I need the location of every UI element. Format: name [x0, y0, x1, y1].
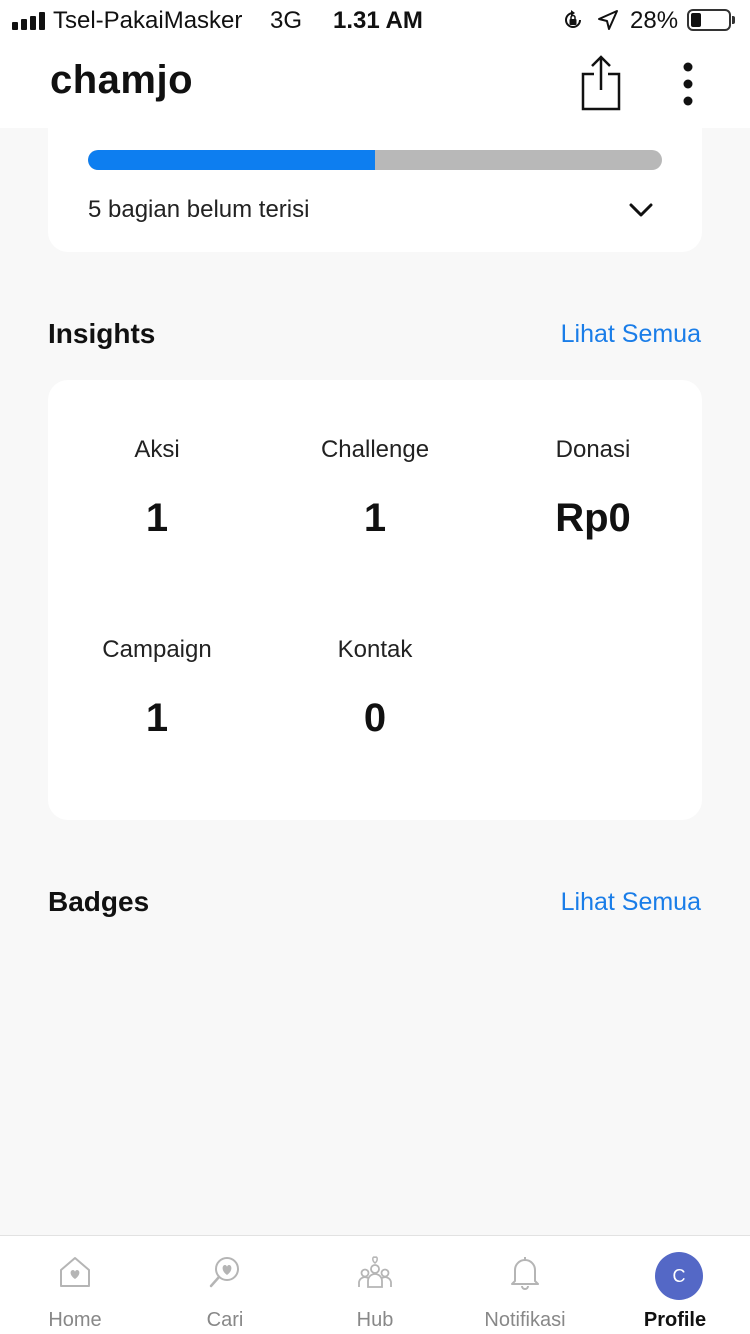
completion-status-text: 5 bagian belum terisi	[88, 196, 310, 223]
network-type: 3G	[270, 7, 303, 34]
stat-value: 1	[145, 696, 169, 740]
signal-bars-icon	[12, 12, 45, 30]
tab-label: Cari	[206, 1309, 244, 1331]
tab-label: Home	[48, 1309, 102, 1331]
badges-heading: Badges	[48, 886, 150, 917]
tab-cari[interactable]: Cari	[150, 1236, 300, 1334]
stat-value: 0	[363, 696, 387, 740]
bottom-tab-bar: Home Cari Hub Notifikasi C Profile	[0, 1235, 750, 1334]
chevron-down-icon[interactable]	[628, 200, 654, 220]
profile-completion-card[interactable]: 5 bagian belum terisi	[48, 116, 702, 252]
tab-label: Profile	[643, 1309, 707, 1331]
stat-value: 1	[145, 496, 169, 540]
stat-label: Aksi	[134, 436, 180, 463]
carrier-name: Tsel-PakaiMasker	[53, 7, 243, 34]
stat-value: 1	[363, 496, 387, 540]
app-header: chamjo	[0, 40, 750, 128]
stat-campaign[interactable]: Campaign 1	[48, 636, 266, 741]
tab-profile[interactable]: C Profile	[600, 1236, 750, 1334]
home-heart-icon	[60, 1257, 90, 1287]
avatar: C	[655, 1252, 703, 1300]
badges-see-all-link[interactable]: Lihat Semua	[561, 888, 701, 917]
status-bar: Tsel-PakaiMasker 3G 1.31 AM 28%	[0, 0, 750, 40]
stat-aksi[interactable]: Aksi 1	[48, 436, 266, 541]
profile-username: chamjo	[50, 58, 194, 102]
search-heart-icon	[209, 1257, 239, 1288]
tab-label: Notifikasi	[484, 1309, 566, 1331]
stat-donasi[interactable]: Donasi Rp0	[484, 436, 702, 541]
stat-kontak[interactable]: Kontak 0	[266, 636, 484, 741]
battery-icon	[687, 9, 735, 31]
completion-progress-bar	[88, 150, 662, 170]
tab-notifikasi[interactable]: Notifikasi	[450, 1236, 600, 1334]
stat-label: Challenge	[320, 436, 430, 463]
stat-challenge[interactable]: Challenge 1	[266, 436, 484, 541]
insights-card: Aksi 1 Challenge 1 Donasi Rp0 Campaign 1…	[48, 380, 702, 820]
people-group-icon	[358, 1256, 392, 1288]
more-vertical-icon[interactable]	[672, 60, 704, 108]
status-time: 1.31 AM	[333, 7, 423, 34]
battery-level	[691, 13, 702, 27]
stat-label: Campaign	[102, 636, 212, 663]
tab-hub[interactable]: Hub	[300, 1236, 450, 1334]
bell-icon	[511, 1257, 539, 1290]
stat-label: Kontak	[337, 636, 413, 663]
insights-heading: Insights	[48, 318, 156, 349]
rotation-lock-icon	[565, 10, 581, 28]
stat-label: Donasi	[555, 436, 631, 463]
stat-value: Rp0	[555, 496, 631, 540]
completion-progress-fill	[88, 150, 375, 170]
insights-see-all-link[interactable]: Lihat Semua	[561, 320, 701, 349]
share-icon[interactable]	[578, 54, 624, 112]
tab-home[interactable]: Home	[0, 1236, 150, 1334]
tab-label: Hub	[356, 1309, 394, 1331]
location-arrow-icon	[598, 10, 618, 30]
battery-percentage: 28%	[630, 7, 679, 34]
